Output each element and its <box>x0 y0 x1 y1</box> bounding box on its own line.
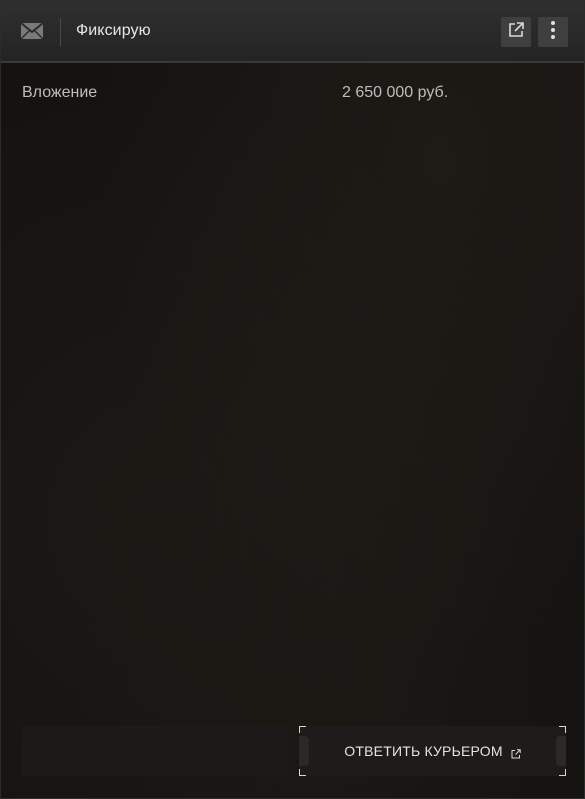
message-window: Фиксирую Вложение 2 650 000 руб. ОТВЕТИТ… <box>0 0 585 799</box>
reply-courier-button[interactable]: ОТВЕТИТЬ КУРЬЕРОМ <box>299 726 566 776</box>
reply-courier-label: ОТВЕТИТЬ КУРЬЕРОМ <box>344 743 503 759</box>
empty-action-slot <box>22 726 289 776</box>
more-vertical-icon <box>550 20 556 45</box>
attachment-row: Вложение 2 650 000 руб. <box>22 84 462 104</box>
external-link-icon <box>511 746 521 759</box>
message-title: Фиксирую <box>76 22 151 39</box>
attachment-label: Вложение <box>22 84 98 101</box>
mail-icon <box>20 21 44 41</box>
more-options-button[interactable] <box>538 17 568 47</box>
external-link-icon <box>507 21 525 44</box>
header-divider <box>60 18 61 46</box>
message-header: Фиксирую <box>1 1 584 63</box>
open-external-button[interactable] <box>501 17 531 47</box>
attachment-value: 2 650 000 руб. <box>342 84 449 101</box>
